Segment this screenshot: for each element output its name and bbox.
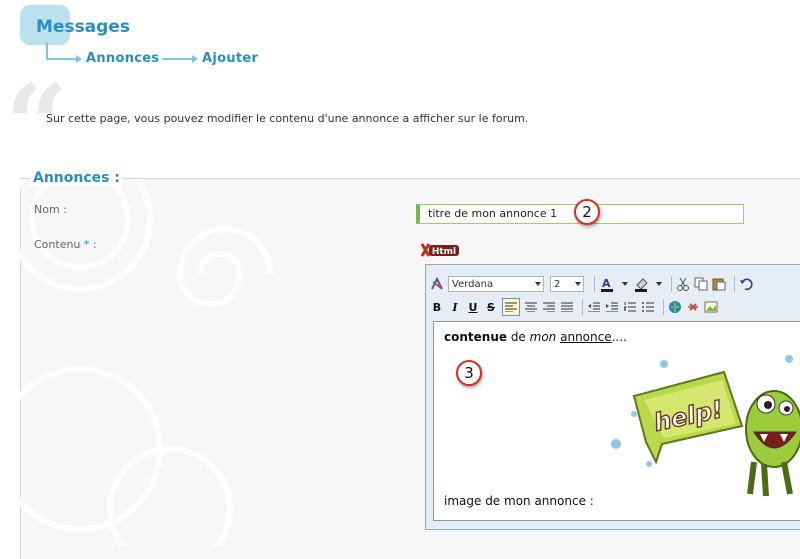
highlight-color-icon[interactable] [633,275,651,293]
editor-toolbar-row-2: B I U S [430,296,722,318]
svg-text:A: A [602,277,611,290]
content-bold: contenue [444,330,507,344]
chevron-down-icon[interactable] [621,275,629,293]
clear-format-icon[interactable] [430,275,444,293]
strikethrough-button[interactable]: S [484,298,498,316]
insert-link-icon[interactable] [668,298,682,316]
content-text-3: .... [611,330,627,344]
image-caption: image de mon annonce : [444,494,594,508]
breadcrumb-connector [162,58,192,60]
copy-icon[interactable] [694,275,708,293]
html-badge-text: Html [432,247,456,257]
contenu-label-text: Contenu [34,238,81,251]
align-left-icon[interactable] [502,298,520,316]
underline-button[interactable]: U [466,298,480,316]
required-mark: * [83,238,90,251]
font-size-select[interactable]: 2 [550,276,584,292]
content-text: contenue de mon annonce.... [444,330,627,344]
nom-input-value: titre de mon annonce 1 [428,207,558,220]
breadcrumb-ajouter-link[interactable]: Ajouter [202,51,258,66]
arrow-right-icon [192,55,198,63]
content-underline: annonce [560,330,612,344]
bold-button[interactable]: B [430,298,444,316]
breadcrumb-annonces-link[interactable]: Annonces [86,51,159,66]
paste-icon[interactable] [712,275,726,293]
undo-icon[interactable] [739,275,753,293]
outdent-icon[interactable] [587,298,601,316]
contenu-label: Contenu * : [34,238,97,251]
text-color-icon[interactable]: A [599,275,617,293]
insert-image-icon[interactable] [704,298,718,316]
content-italic: mon [529,330,557,344]
align-center-icon[interactable] [524,298,538,316]
help-monster-image[interactable]: help! [604,344,800,504]
callout-marker: 2 [574,199,600,225]
font-size-value: 2 [554,278,561,290]
ordered-list-icon[interactable] [623,298,637,316]
swirl-decoration [20,179,273,546]
cut-icon[interactable] [676,275,690,293]
font-family-value: Verdana [452,278,494,290]
editor-content-area[interactable]: contenue de mon annonce.... help! image … [433,321,800,521]
chevron-down-icon[interactable] [655,275,663,293]
contenu-label-colon: : [92,238,97,251]
bulleted-list-icon[interactable] [641,298,655,316]
quote-icon: “ [5,60,69,189]
section-legend: Annonces : [30,170,123,186]
align-justify-icon[interactable] [560,298,574,316]
remove-link-icon[interactable] [686,298,700,316]
italic-button[interactable]: I [448,298,462,316]
callout-marker: 3 [456,360,482,386]
rich-text-editor: Verdana 2 A B I U S contenue de mon anno… [425,264,800,530]
font-family-select[interactable]: Verdana [448,276,544,292]
nom-label: Nom : [34,203,67,216]
page-title: Messages [36,17,130,37]
html-icon: Html [420,243,459,257]
arrow-right-icon [76,55,82,63]
editor-toolbar-row-1: Verdana 2 A [430,273,757,295]
html-mode-toggle[interactable]: Html [420,242,462,258]
page-description: Sur cette page, vous pouvez modifier le … [46,112,529,125]
indent-icon[interactable] [605,298,619,316]
align-right-icon[interactable] [542,298,556,316]
content-text-1: de [507,330,530,344]
